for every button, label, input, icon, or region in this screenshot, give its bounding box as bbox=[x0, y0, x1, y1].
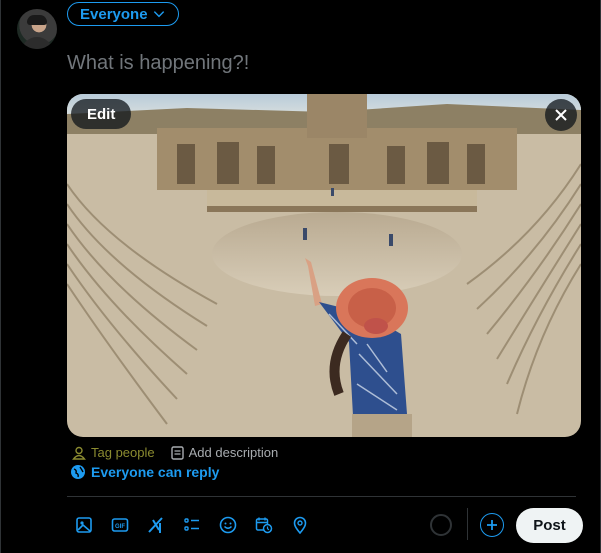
attached-image[interactable]: Edit bbox=[67, 94, 581, 437]
location-button[interactable] bbox=[282, 512, 318, 538]
tag-people-label: Tag people bbox=[91, 445, 155, 460]
add-description-button[interactable]: Add description bbox=[170, 445, 279, 460]
person-icon bbox=[72, 446, 86, 460]
media-button[interactable] bbox=[66, 512, 102, 538]
poll-button[interactable] bbox=[174, 512, 210, 538]
add-description-label: Add description bbox=[188, 445, 279, 460]
chevron-down-icon bbox=[153, 11, 164, 18]
edit-image-button[interactable]: Edit bbox=[71, 99, 132, 129]
audience-label: Everyone bbox=[80, 5, 148, 23]
compose-input[interactable]: What is happening?! bbox=[67, 52, 249, 75]
remove-image-button[interactable] bbox=[545, 99, 577, 131]
audience-selector[interactable]: Everyone bbox=[67, 2, 179, 26]
theater-photo bbox=[67, 94, 581, 437]
reply-setting-button[interactable]: Everyone can reply bbox=[71, 464, 219, 480]
schedule-icon bbox=[255, 517, 273, 534]
reply-setting-label: Everyone can reply bbox=[91, 464, 220, 480]
plus-icon bbox=[487, 520, 497, 530]
gif-icon: GIF bbox=[111, 518, 129, 532]
document-icon bbox=[170, 445, 184, 460]
emoji-icon bbox=[219, 516, 237, 534]
tag-people-button[interactable]: Tag people bbox=[72, 445, 155, 460]
media-actions: Tag people Add description bbox=[72, 445, 278, 460]
divider bbox=[67, 496, 576, 497]
post-button[interactable]: Post bbox=[516, 508, 583, 543]
svg-text:GIF: GIF bbox=[115, 524, 125, 530]
media-icon bbox=[76, 517, 92, 533]
poll-icon bbox=[184, 518, 199, 531]
add-post-button[interactable] bbox=[480, 513, 504, 537]
compose-toolbar: GIF bbox=[66, 512, 318, 538]
close-icon bbox=[555, 109, 567, 121]
character-counter bbox=[430, 514, 452, 536]
location-icon bbox=[293, 516, 307, 534]
grok-icon bbox=[148, 517, 163, 533]
avatar[interactable] bbox=[17, 9, 57, 49]
gif-button[interactable]: GIF bbox=[102, 512, 138, 538]
globe-icon bbox=[71, 465, 85, 479]
grok-button[interactable] bbox=[138, 512, 174, 538]
toolbar-separator bbox=[467, 508, 468, 540]
emoji-button[interactable] bbox=[210, 512, 246, 538]
schedule-button[interactable] bbox=[246, 512, 282, 538]
